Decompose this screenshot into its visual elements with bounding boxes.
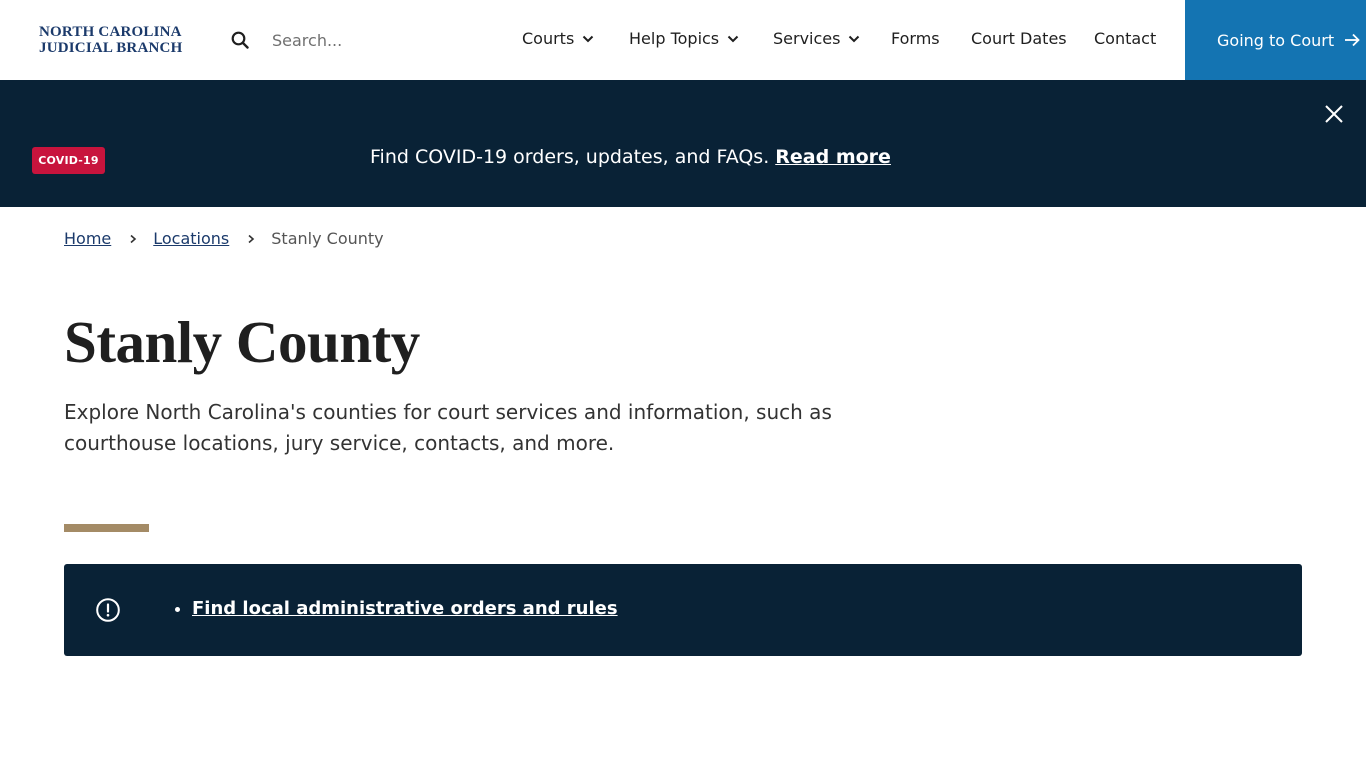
site-header: NORTH CAROLINA JUDICIAL BRANCH Courts He… [0, 0, 1366, 80]
banner-message: Find COVID-19 orders, updates, and FAQs.… [370, 146, 891, 168]
nav-court-dates-label: Court Dates [971, 29, 1067, 48]
breadcrumb: Home Locations Stanly County [64, 229, 384, 248]
alert-box: Find local administrative orders and rul… [64, 564, 1302, 656]
nav-services[interactable]: Services [773, 29, 860, 48]
admin-orders-link[interactable]: Find local administrative orders and rul… [192, 598, 618, 619]
chevron-down-icon [583, 35, 594, 42]
nav-courts[interactable]: Courts [522, 29, 594, 48]
chevron-right-icon [248, 234, 255, 243]
list-item: Find local administrative orders and rul… [192, 598, 618, 619]
nav-court-dates[interactable]: Court Dates [971, 29, 1067, 48]
logo-line-1: NORTH CAROLINA [39, 24, 182, 40]
page-title: Stanly County [64, 309, 420, 375]
nav-forms-label: Forms [891, 29, 940, 48]
page-intro: Explore North Carolina's counties for co… [64, 400, 832, 455]
nav-services-label: Services [773, 29, 841, 48]
banner-text: Find COVID-19 orders, updates, and FAQs. [370, 146, 770, 168]
arrow-right-icon [1345, 33, 1360, 47]
search-input[interactable] [262, 24, 462, 56]
nav-contact-label: Contact [1094, 29, 1157, 48]
search-icon[interactable] [231, 31, 249, 49]
logo-line-2: JUDICIAL BRANCH [39, 40, 183, 56]
chevron-right-icon [130, 234, 137, 243]
nav-courts-label: Courts [522, 29, 575, 48]
chevron-down-icon [849, 35, 860, 42]
covid-banner: COVID-19 Find COVID-19 orders, updates, … [0, 80, 1366, 207]
nav-contact[interactable]: Contact [1094, 29, 1156, 48]
alert-link-list: Find local administrative orders and rul… [192, 598, 618, 619]
covid-badge: COVID-19 [32, 147, 105, 174]
main-nav: Courts Help Topics Services Forms Court … [0, 0, 1366, 80]
nav-help-topics[interactable]: Help Topics [629, 29, 739, 48]
chevron-down-icon [727, 35, 739, 42]
close-icon[interactable] [1322, 102, 1346, 126]
read-more-link[interactable]: Read more [775, 146, 891, 168]
accent-divider [64, 524, 149, 532]
going-to-court-label: Going to Court [1217, 30, 1335, 50]
breadcrumb-locations[interactable]: Locations [153, 229, 229, 248]
breadcrumb-current: Stanly County [271, 229, 384, 248]
site-logo[interactable]: NORTH CAROLINA JUDICIAL BRANCH [39, 24, 189, 56]
breadcrumb-home[interactable]: Home [64, 229, 111, 248]
nav-forms[interactable]: Forms [891, 29, 940, 48]
nav-help-topics-label: Help Topics [629, 29, 720, 48]
exclamation-circle-icon [96, 598, 120, 622]
going-to-court-button[interactable]: Going to Court [1185, 0, 1366, 80]
